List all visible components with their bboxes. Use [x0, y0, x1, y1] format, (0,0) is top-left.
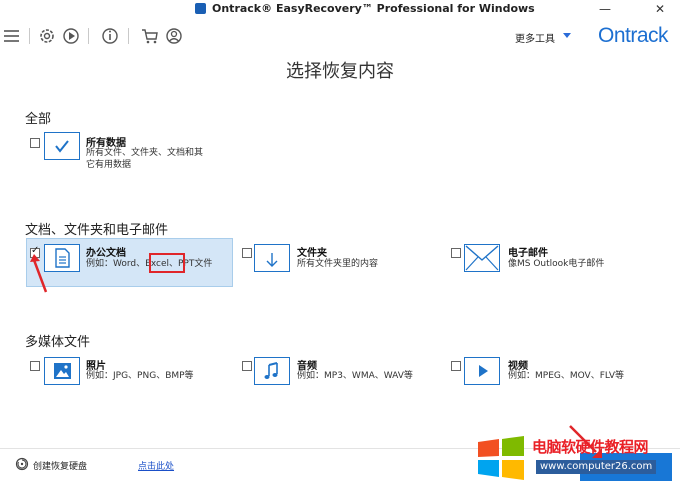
photos-tile[interactable]: [44, 357, 80, 385]
toolbar-divider: [128, 28, 129, 44]
email-checkbox[interactable]: [451, 248, 461, 258]
window-title: Ontrack® EasyRecovery™ Professional for …: [212, 2, 535, 15]
minimize-button[interactable]: —: [590, 0, 620, 18]
gear-icon[interactable]: [37, 26, 57, 46]
excel-annotation-box: [149, 253, 185, 273]
toolbar: 更多工具 Ontrack: [0, 18, 680, 54]
photo-icon: [54, 363, 71, 379]
cart-icon[interactable]: [140, 26, 160, 46]
hamburger-menu-icon[interactable]: [2, 26, 22, 46]
more-tools-menu[interactable]: 更多工具: [515, 30, 555, 45]
section-title-all: 全部: [25, 112, 52, 127]
email-desc: 像MS Outlook电子邮件: [508, 259, 605, 269]
video-tile[interactable]: [464, 357, 500, 385]
click-here-link[interactable]: 点击此处: [138, 459, 174, 472]
chevron-down-icon[interactable]: [563, 33, 571, 38]
audio-desc: 例如：MP3、WMA、WAV等: [297, 371, 413, 381]
annotation-arrow-icon: [30, 254, 48, 293]
watermark-url: www.computer26.com: [536, 460, 657, 474]
title-bar: Ontrack® EasyRecovery™ Professional for …: [0, 0, 680, 18]
folders-checkbox[interactable]: [242, 248, 252, 258]
info-icon[interactable]: [100, 26, 120, 46]
folders-tile[interactable]: [254, 244, 290, 272]
email-title: 电子邮件: [508, 248, 548, 259]
toolbar-divider: [29, 28, 30, 44]
user-icon[interactable]: [164, 26, 184, 46]
all-data-checkbox[interactable]: [30, 138, 40, 148]
create-recovery-disk-label[interactable]: 创建恢复硬盘: [33, 459, 87, 472]
windows-logo-icon: [478, 436, 524, 480]
all-data-tile[interactable]: [44, 132, 80, 160]
section-title-documents: 文档、文件夹和电子邮件: [25, 223, 169, 238]
page-title: 选择恢复内容: [286, 61, 394, 82]
checkmark-icon: [55, 140, 69, 153]
video-checkbox[interactable]: [451, 361, 461, 371]
photos-desc: 例如：JPG、PNG、BMP等: [86, 371, 194, 381]
audio-tile[interactable]: [254, 357, 290, 385]
envelope-icon: [465, 245, 499, 271]
resume-icon[interactable]: [61, 26, 81, 46]
app-icon: [195, 3, 206, 14]
watermark: 电脑软硬件教程网 www.computer26.com: [476, 434, 676, 482]
folder-icon: [266, 253, 278, 267]
music-icon: [264, 362, 278, 379]
recovery-disk-icon[interactable]: [15, 457, 29, 471]
video-icon: [479, 365, 488, 377]
office-docs-desc-prefix: 例如：Word、: [86, 259, 146, 269]
audio-checkbox[interactable]: [242, 361, 252, 371]
section-title-multimedia: 多媒体文件: [25, 335, 91, 350]
email-tile[interactable]: [464, 244, 500, 272]
all-data-desc-line2: 它有用数据: [86, 160, 132, 170]
video-desc: 例如：MPEG、MOV、FLV等: [508, 371, 625, 381]
office-docs-title: 办公文档: [86, 248, 126, 259]
folders-desc: 所有文件夹里的内容: [297, 259, 379, 269]
all-data-desc-line1: 所有文件、文件夹、文档和其: [86, 148, 204, 158]
ontrack-logo: Ontrack: [598, 24, 669, 47]
toolbar-divider: [88, 28, 89, 44]
watermark-title: 电脑软硬件教程网: [532, 438, 649, 456]
close-button[interactable]: ✕: [645, 0, 675, 18]
folders-title: 文件夹: [297, 248, 327, 259]
photos-checkbox[interactable]: [30, 361, 40, 371]
